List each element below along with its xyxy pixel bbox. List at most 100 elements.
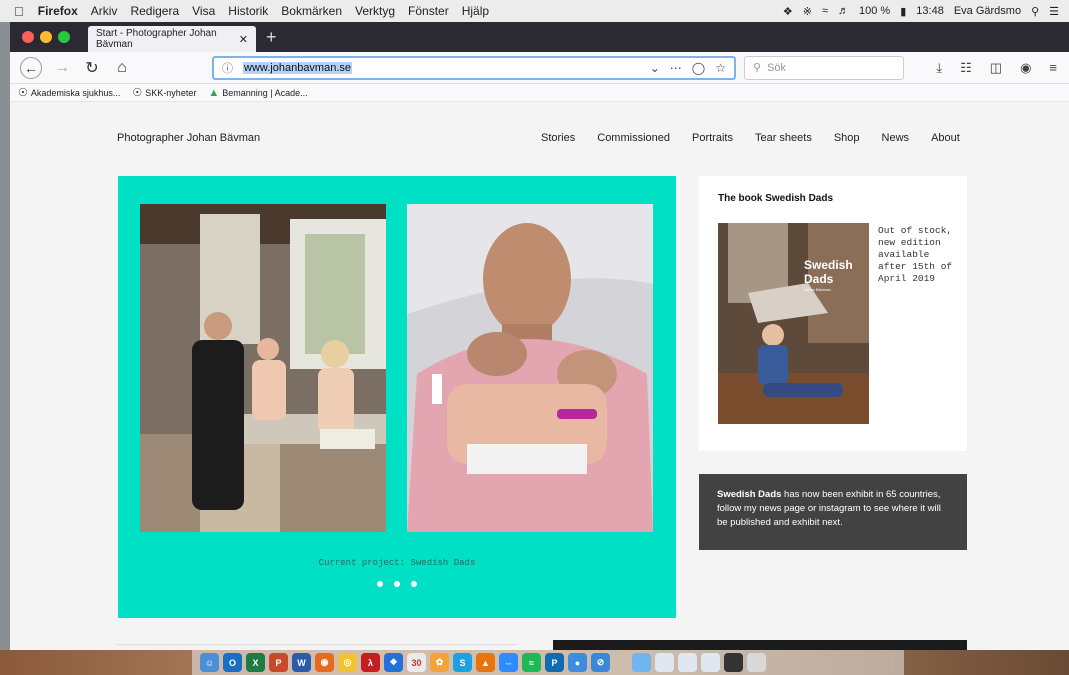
nav-commissioned[interactable]: Commissioned <box>597 132 670 144</box>
finder-icon[interactable]: ☺ <box>200 653 219 672</box>
spotlight-icon[interactable]: ⚲ <box>1031 5 1039 18</box>
messages-icon[interactable]: ● <box>568 653 587 672</box>
nav-news[interactable]: News <box>882 132 910 144</box>
slide-dot-2[interactable] <box>394 581 400 587</box>
acrobat-icon[interactable]: λ <box>361 653 380 672</box>
nav-about[interactable]: About <box>931 132 960 144</box>
new-tab-icon[interactable]: + <box>266 27 277 48</box>
bluetooth-icon[interactable]: ※ <box>803 5 812 18</box>
excel-icon[interactable]: X <box>246 653 265 672</box>
screenshot-stack-icon[interactable] <box>724 653 743 672</box>
menu-redigera[interactable]: Redigera <box>130 4 179 18</box>
hero-caption: Current project: Swedish Dads <box>318 558 476 568</box>
reload-button[interactable]: ↻ <box>82 58 102 78</box>
hero-photo-kitchen[interactable] <box>140 204 386 532</box>
divider <box>117 644 517 645</box>
next-section-image <box>553 640 967 650</box>
bookmark-label: Bemanning | Acade... <box>222 87 308 98</box>
document-stack-icon[interactable] <box>678 653 697 672</box>
site-navigation: Stories Commissioned Portraits Tear shee… <box>541 132 960 144</box>
book-promo-box: The book Swedish Dads Swedish Dads Johan… <box>699 176 967 451</box>
vlc-icon[interactable]: ▲ <box>476 653 495 672</box>
battery-icon[interactable]: ▮ <box>900 5 906 18</box>
download-icon[interactable]: ⤓ <box>936 60 942 76</box>
library-icon[interactable]: ☷ <box>960 60 972 76</box>
book-cover-photo: Swedish Dads Johan Bävman <box>718 223 869 424</box>
bookmark-skk[interactable]: ☉ SKK-nyheter <box>132 86 196 99</box>
firefox-icon[interactable]: ◉ <box>315 653 334 672</box>
safari-icon[interactable]: ⊘ <box>591 653 610 672</box>
document-stack-icon[interactable] <box>655 653 674 672</box>
trash-icon[interactable] <box>747 653 766 672</box>
powerpoint-icon[interactable]: P <box>269 653 288 672</box>
nav-tear-sheets[interactable]: Tear sheets <box>755 132 812 144</box>
chevron-down-icon[interactable]: ⌄ <box>650 61 660 75</box>
chrome-icon[interactable]: ◎ <box>338 653 357 672</box>
tab-start[interactable]: Start - Photographer Johan Bävman ✕ <box>88 26 256 52</box>
photos-icon[interactable]: ✿ <box>430 653 449 672</box>
menu-hjalp[interactable]: Hjälp <box>462 4 489 18</box>
skype-icon[interactable]: S <box>453 653 472 672</box>
slide-dot-3[interactable] <box>411 581 417 587</box>
globe-icon: ☉ <box>132 87 143 99</box>
menu-fonster[interactable]: Fönster <box>408 4 449 18</box>
book-heading[interactable]: The book Swedish Dads <box>718 193 833 204</box>
teamviewer-icon[interactable]: ⇔ <box>499 653 518 672</box>
user-name[interactable]: Eva Gärdsmo <box>954 5 1021 17</box>
menu-arkiv[interactable]: Arkiv <box>91 4 118 18</box>
menu-verktyg[interactable]: Verktyg <box>355 4 395 18</box>
word-icon[interactable]: W <box>292 653 311 672</box>
tab-close-icon[interactable]: ✕ <box>239 33 248 46</box>
menu-app-name[interactable]: Firefox <box>38 4 78 18</box>
bookmark-akademiska[interactable]: ☉ Akademiska sjukhus... <box>18 86 120 99</box>
menu-visa[interactable]: Visa <box>192 4 215 18</box>
page-actions-icon[interactable]: ⋯ <box>670 61 682 75</box>
home-button[interactable]: ⌂ <box>112 59 132 77</box>
notification-center-icon[interactable]: ☰ <box>1049 5 1059 18</box>
dropbox-icon[interactable]: ❖ <box>783 5 793 18</box>
menu-historik[interactable]: Historik <box>228 4 268 18</box>
search-icon: ⚲ <box>753 62 762 74</box>
extension-icon[interactable]: ◉ <box>1020 60 1031 76</box>
preview-icon[interactable]: P <box>545 653 564 672</box>
menu-bokmarken[interactable]: Bokmärken <box>281 4 342 18</box>
maximize-window-icon[interactable] <box>58 31 70 43</box>
bookmark-star-icon[interactable]: ☆ <box>715 61 726 75</box>
site-info-icon[interactable]: ⓘ <box>222 60 233 76</box>
nav-stories[interactable]: Stories <box>541 132 575 144</box>
nav-shop[interactable]: Shop <box>834 132 860 144</box>
back-button[interactable]: ← <box>20 56 42 79</box>
slide-dot-1[interactable] <box>377 581 383 587</box>
outlook-icon[interactable]: O <box>223 653 242 672</box>
pocket-icon[interactable]: ◯ <box>692 61 705 75</box>
nav-portraits[interactable]: Portraits <box>692 132 733 144</box>
hero-slideshow[interactable]: Current project: Swedish Dads <box>118 176 676 618</box>
sidebar-icon[interactable]: ◫ <box>990 60 1002 76</box>
document-stack-icon[interactable] <box>701 653 720 672</box>
hero-photo-twins[interactable] <box>407 204 653 532</box>
news-box: Swedish Dads has now been exhibit in 65 … <box>699 474 967 550</box>
dropbox-dock-icon[interactable]: ❖ <box>384 653 403 672</box>
apple-icon[interactable]:  <box>14 4 24 19</box>
wifi-icon[interactable]: ≈ <box>822 5 828 17</box>
bookmark-bemanning[interactable]: ▲ Bemanning | Acade... <box>208 87 307 99</box>
search-input[interactable]: ⚲ Sök <box>744 55 904 80</box>
url-bar[interactable]: ⓘ www.johanbavman.se ⌄ ⋯ ◯ ☆ <box>212 55 736 80</box>
navigation-toolbar: ← → ↻ ⌂ ⓘ www.johanbavman.se ⌄ ⋯ ◯ ☆ ⚲ S… <box>10 52 1069 84</box>
volume-icon[interactable]: ♬ <box>838 5 849 17</box>
menubar-status: ❖ ※ ≈ ♬ 100 % ▮ 13:48 Eva Gärdsmo ⚲ ☰ <box>783 5 1069 18</box>
close-window-icon[interactable] <box>22 31 34 43</box>
menu-icon[interactable]: ≡ <box>1049 60 1057 76</box>
spotify-icon[interactable]: ≈ <box>522 653 541 672</box>
clock[interactable]: 13:48 <box>916 5 944 17</box>
forward-button[interactable]: → <box>52 59 72 77</box>
book-cover-image[interactable]: Swedish Dads Johan Bävman <box>718 223 869 424</box>
minimize-window-icon[interactable] <box>40 31 52 43</box>
url-text[interactable]: www.johanbavman.se <box>243 61 353 74</box>
search-placeholder: Sök <box>767 61 787 74</box>
site-title[interactable]: Photographer Johan Bävman <box>117 132 260 144</box>
folder-icon[interactable] <box>632 653 651 672</box>
battery-percent[interactable]: 100 % <box>859 5 890 17</box>
tab-title: Start - Photographer Johan Bävman <box>96 28 217 50</box>
calendar-icon[interactable]: 30 <box>407 653 426 672</box>
